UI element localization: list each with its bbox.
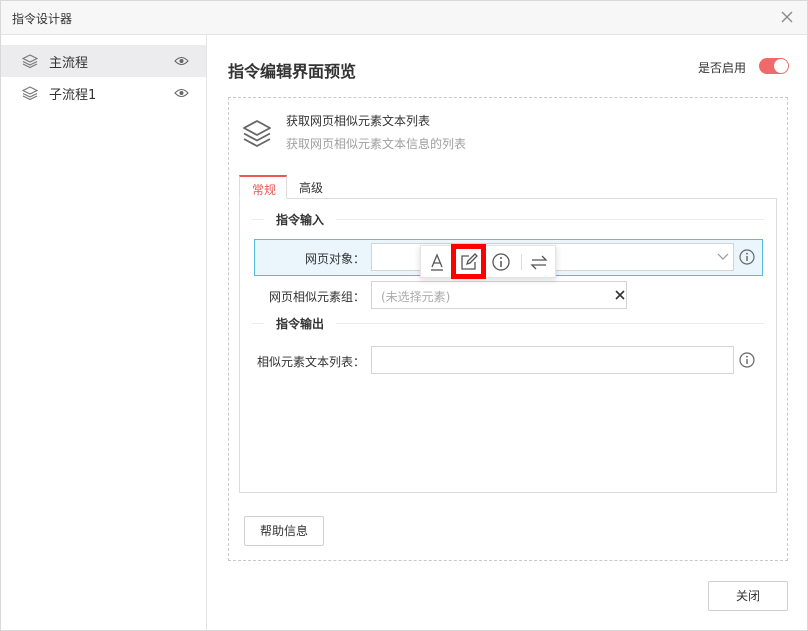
close-button[interactable]: 关闭 [708, 581, 788, 611]
toggle-knob [774, 59, 788, 73]
layers-icon [243, 120, 271, 147]
command-name: 获取网页相似元素文本列表 [286, 114, 431, 128]
text-format-icon[interactable] [427, 252, 447, 272]
sidebar-item-subflow-1[interactable]: 子流程1 [1, 77, 206, 109]
main-panel: 指令编辑界面预览 是否启用 获取网页相似元素文本列表 获取网页相似元素文本信息的… [208, 35, 808, 630]
tab-panel: 指令输入 网页对象： 网页相似元素组： (未选择元素) 指令输出 相似元素文本列… [239, 198, 777, 493]
similar-group-placeholder: (未选择元素) [381, 290, 451, 304]
section-input-title: 指令输入 [264, 211, 337, 228]
enable-label: 是否启用 [698, 61, 747, 75]
eye-icon[interactable] [174, 87, 189, 99]
sidebar-item-label: 子流程1 [49, 88, 97, 103]
close-icon[interactable] [779, 9, 795, 25]
eye-icon[interactable] [174, 55, 189, 67]
swap-icon[interactable] [529, 252, 549, 272]
layers-icon [22, 54, 38, 69]
info-icon[interactable] [739, 249, 755, 265]
preview-area: 获取网页相似元素文本列表 获取网页相似元素文本信息的列表 常规 高级 指令输入 … [228, 97, 788, 561]
field-action-popover [420, 244, 556, 279]
similar-group-input[interactable]: (未选择元素) [371, 281, 627, 309]
popover-separator [521, 254, 522, 270]
info-icon[interactable] [739, 352, 755, 368]
web-object-label: 网页对象： [304, 252, 365, 266]
tab-general[interactable]: 常规 [239, 175, 287, 199]
sidebar-item-label: 主流程 [49, 56, 89, 71]
command-description: 获取网页相似元素文本信息的列表 [286, 137, 467, 151]
tab-advanced[interactable]: 高级 [287, 175, 339, 199]
text-list-input[interactable] [371, 346, 734, 374]
similar-group-label: 网页相似元素组： [268, 290, 365, 304]
sidebar: 主流程 子流程1 [1, 35, 207, 630]
text-list-label: 相似元素文本列表： [256, 355, 365, 369]
title-bar: 指令设计器 [1, 1, 807, 35]
window-title: 指令设计器 [12, 12, 73, 26]
info-icon[interactable] [491, 252, 511, 272]
help-button[interactable]: 帮助信息 [244, 516, 324, 546]
layers-icon [22, 86, 38, 101]
chevron-down-icon[interactable] [717, 253, 729, 261]
section-output-title: 指令输出 [264, 315, 337, 332]
edit-icon[interactable] [459, 252, 479, 272]
dialog-window: 指令设计器 主流程 子流程1 指令编辑界面预览 是否启用 获取网页相似元素文本列… [0, 0, 808, 631]
clear-icon[interactable] [615, 290, 625, 300]
page-title: 指令编辑界面预览 [228, 62, 357, 81]
sidebar-item-main-flow[interactable]: 主流程 [1, 45, 206, 77]
enable-toggle[interactable] [759, 58, 789, 74]
